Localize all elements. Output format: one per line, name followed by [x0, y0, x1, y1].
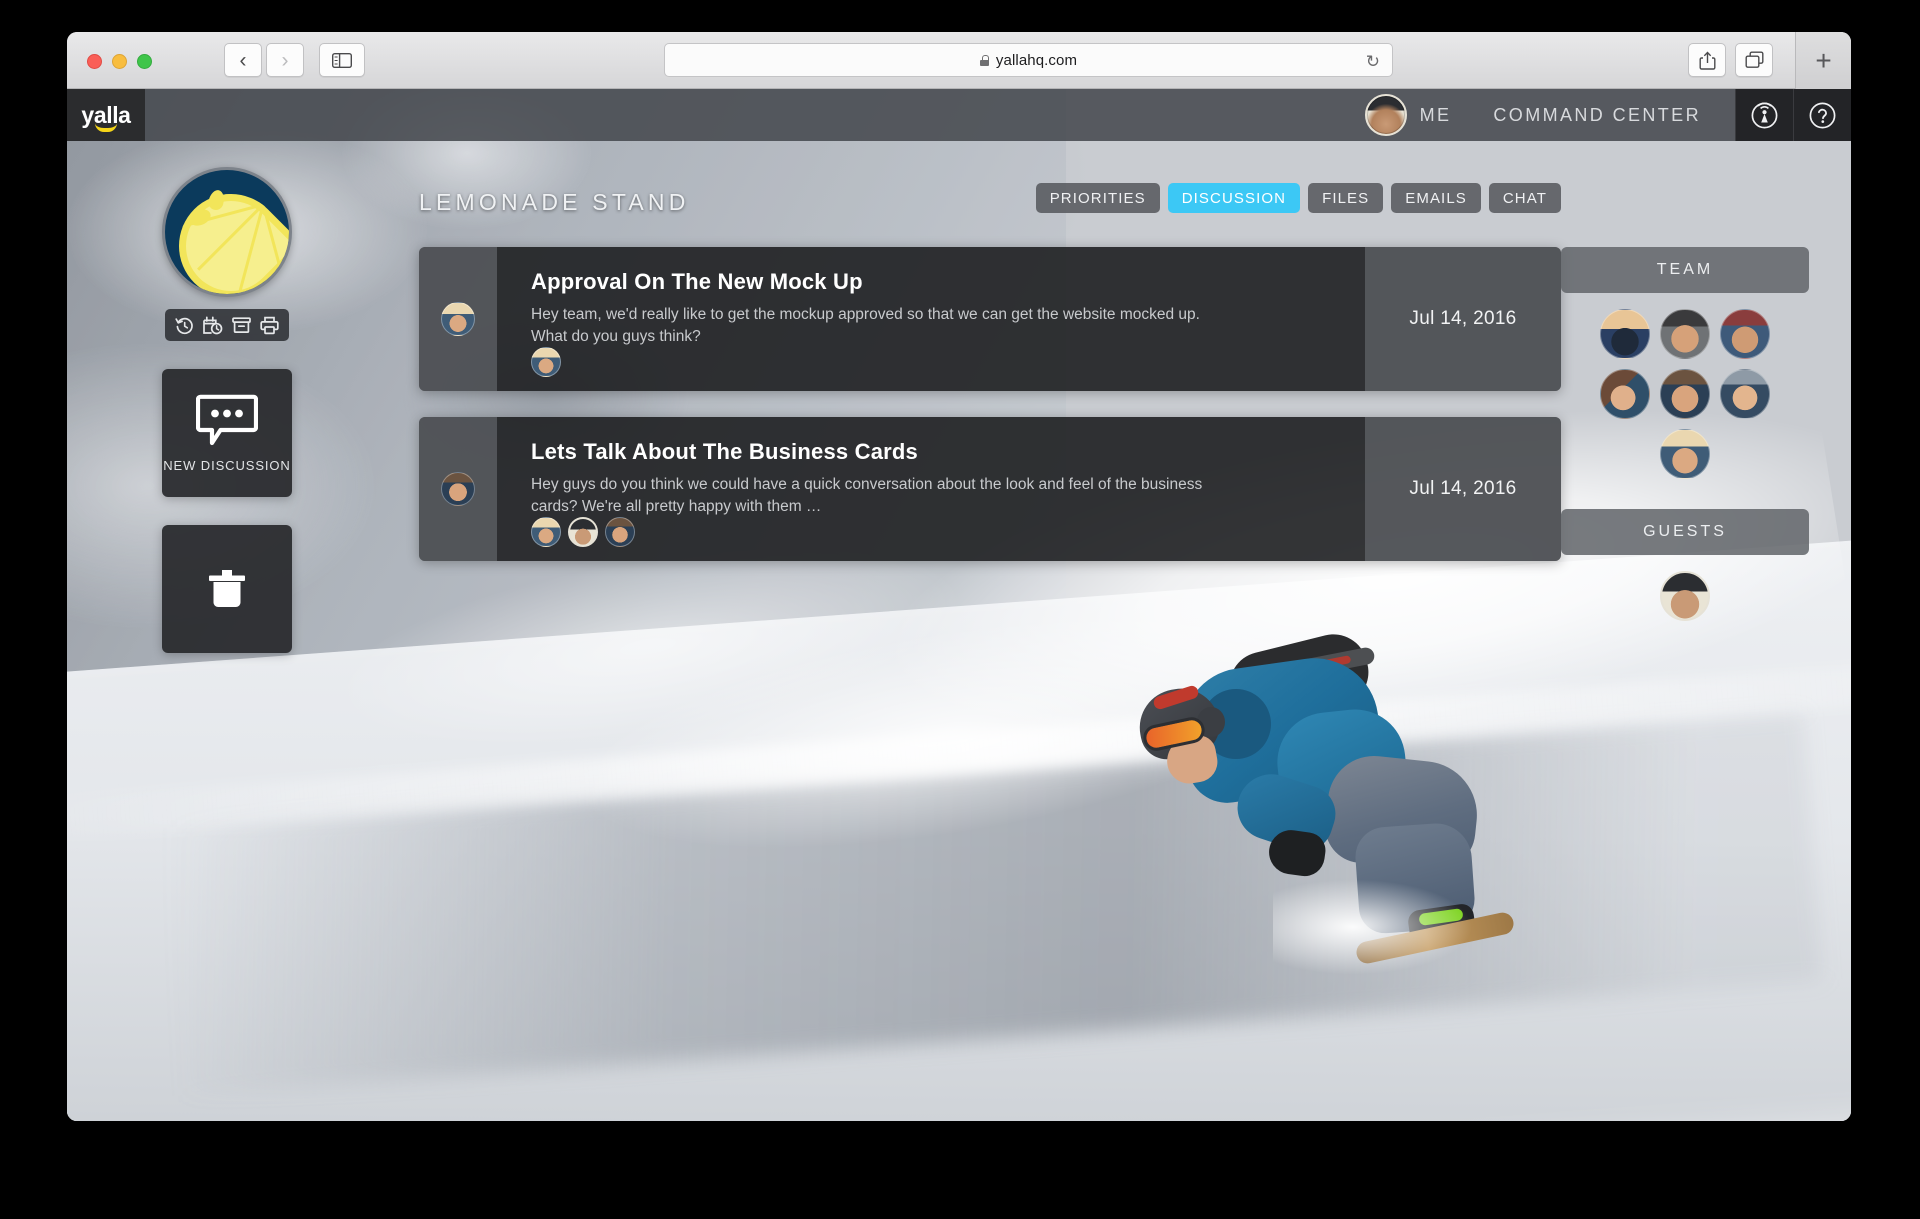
- discussion-list: Approval On The New Mock Up Hey team, we'…: [419, 247, 1561, 587]
- team-member-avatar[interactable]: [1660, 309, 1710, 359]
- avatar[interactable]: [605, 517, 635, 547]
- browser-chrome: ‹ › yallahq.com ↻ +: [67, 32, 1851, 89]
- discussion-date: Jul 14, 2016: [1365, 247, 1561, 391]
- share-button[interactable]: [1688, 43, 1726, 77]
- forward-button[interactable]: ›: [266, 43, 304, 77]
- team-member-avatar[interactable]: [1720, 309, 1770, 359]
- project-logo-lemon[interactable]: [162, 167, 292, 297]
- guest-avatar-grid: [1561, 555, 1809, 621]
- history-icon[interactable]: [175, 316, 194, 335]
- discussion-title: Lets Talk About The Business Cards: [531, 439, 918, 464]
- team-panel-header: TEAM: [1561, 247, 1809, 293]
- me-label: ME: [1419, 104, 1452, 125]
- discussion-date: Jul 14, 2016: [1365, 417, 1561, 561]
- plus-icon: +: [1815, 44, 1832, 76]
- team-member-avatar[interactable]: [1660, 429, 1710, 479]
- browser-window: ‹ › yallahq.com ↻ + yalla ME COMMAND CEN…: [67, 32, 1851, 1121]
- reload-button[interactable]: ↻: [1366, 52, 1380, 72]
- address-bar-url: yallahq.com: [995, 51, 1078, 69]
- help-button[interactable]: [1793, 89, 1851, 141]
- yalla-app: yalla ME COMMAND CENTER NEW DISCUSSION L…: [67, 89, 1851, 1121]
- team-avatar-grid: [1561, 293, 1809, 487]
- project-sidebar: NEW DISCUSSION: [147, 167, 307, 653]
- browser-right-buttons: [1688, 43, 1773, 77]
- discussion-title: Approval On The New Mock Up: [531, 269, 863, 294]
- discussion-excerpt: Hey team, we'd really like to get the mo…: [531, 306, 1200, 345]
- lock-icon: [979, 54, 989, 66]
- address-bar[interactable]: yallahq.com ↻: [664, 43, 1393, 77]
- avatar[interactable]: [531, 347, 561, 377]
- trash-icon: [209, 570, 245, 607]
- page-title: LEMONADE STAND: [419, 189, 690, 215]
- tab-files[interactable]: FILES: [1308, 183, 1384, 213]
- schedule-icon[interactable]: [203, 316, 223, 335]
- tab-overview-button[interactable]: [1735, 43, 1773, 77]
- tab-discussion[interactable]: DISCUSSION: [1167, 183, 1301, 213]
- discussion-author-column: [419, 417, 497, 561]
- team-member-avatar[interactable]: [1660, 369, 1710, 419]
- broadcast-icon: [1751, 102, 1778, 128]
- tab-priorities[interactable]: PRIORITIES: [1035, 183, 1160, 213]
- guest-avatar[interactable]: [1660, 571, 1710, 621]
- avatar: [441, 472, 475, 506]
- browser-nav-buttons: ‹ ›: [224, 43, 365, 77]
- discussion-participants: [531, 517, 635, 547]
- discussion-excerpt: Hey guys do you think we could have a qu…: [531, 476, 1203, 515]
- chevron-right-icon: ›: [281, 48, 289, 72]
- back-button[interactable]: ‹: [224, 43, 262, 77]
- avatar[interactable]: [531, 517, 561, 547]
- command-center-link[interactable]: COMMAND CENTER: [1493, 105, 1701, 126]
- team-member-avatar[interactable]: [1600, 309, 1650, 359]
- tab-chat[interactable]: CHAT: [1488, 183, 1561, 213]
- sidebar-toggle-button[interactable]: [319, 43, 365, 77]
- minimize-window-button[interactable]: [112, 54, 127, 69]
- broadcast-button[interactable]: [1735, 89, 1793, 141]
- project-tool-row: [165, 309, 289, 341]
- chevron-left-icon: ‹: [239, 48, 247, 72]
- avatar[interactable]: [568, 517, 598, 547]
- tab-emails[interactable]: EMAILS: [1391, 183, 1481, 213]
- tab-overview-icon: [1745, 51, 1764, 68]
- snowboarder-figure: [1109, 627, 1516, 975]
- window-traffic-lights: [87, 54, 152, 69]
- print-icon[interactable]: [259, 316, 279, 335]
- app-top-bar: yalla ME COMMAND CENTER: [67, 89, 1851, 141]
- close-window-button[interactable]: [87, 54, 102, 69]
- discussion-card[interactable]: Approval On The New Mock Up Hey team, we'…: [419, 247, 1561, 391]
- new-tab-button[interactable]: +: [1795, 32, 1851, 89]
- discussion-author-column: [419, 247, 497, 391]
- speech-bubble-icon: [196, 394, 258, 445]
- share-icon: [1699, 50, 1715, 70]
- help-icon: [1809, 102, 1836, 128]
- people-sidebar: TEAM GUESTS: [1561, 247, 1809, 621]
- new-discussion-label: NEW DISCUSSION: [163, 457, 291, 473]
- section-tabs: PRIORITIES DISCUSSION FILES EMAILS CHAT: [1035, 183, 1561, 213]
- guests-panel-header: GUESTS: [1561, 509, 1809, 555]
- team-member-avatar[interactable]: [1720, 369, 1770, 419]
- avatar: [1364, 94, 1407, 136]
- sidebar-icon: [332, 52, 352, 68]
- discussion-body: Lets Talk About The Business Cards Hey gu…: [497, 417, 1365, 561]
- avatar: [441, 302, 475, 336]
- yalla-logo[interactable]: yalla: [67, 89, 145, 141]
- team-member-avatar[interactable]: [1600, 369, 1650, 419]
- zoom-window-button[interactable]: [137, 54, 152, 69]
- archive-icon[interactable]: [232, 316, 251, 334]
- discussion-participants: [531, 347, 561, 377]
- discussion-card[interactable]: Lets Talk About The Business Cards Hey gu…: [419, 417, 1561, 561]
- new-discussion-button[interactable]: NEW DISCUSSION: [162, 369, 292, 497]
- trash-button[interactable]: [162, 525, 292, 653]
- me-menu[interactable]: ME: [1364, 94, 1452, 136]
- yalla-smile-icon: [95, 123, 117, 132]
- discussion-body: Approval On The New Mock Up Hey team, we'…: [497, 247, 1365, 391]
